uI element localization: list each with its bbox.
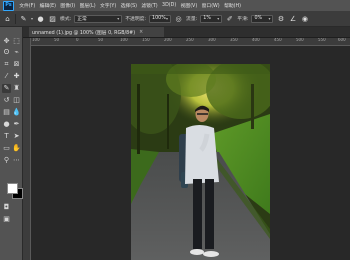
ruler-tick-label: 300 — [208, 38, 216, 42]
opacity-field[interactable]: 100% ▾ — [149, 14, 172, 23]
blur-tool-icon[interactable]: 💧 — [12, 108, 21, 117]
brush-panel-icon[interactable]: ▨ — [48, 14, 57, 23]
history-brush-icon[interactable]: ↺ — [2, 96, 11, 105]
crop-tool-icon[interactable]: ⌗ — [2, 60, 11, 69]
ruler-tick-label: 400 — [252, 38, 260, 42]
ruler-tick-label: 550 — [318, 38, 326, 42]
gear-icon[interactable]: ⚙ — [276, 14, 285, 23]
eraser-icon[interactable]: ◫ — [12, 96, 21, 105]
chevron-down-icon: ▾ — [217, 16, 220, 21]
flow-field[interactable]: 1% ▾ — [200, 14, 223, 23]
path-select-icon[interactable]: ➤ — [12, 132, 21, 141]
menu-filter[interactable]: 滤镜(T) — [139, 2, 160, 9]
chevron-down-icon[interactable]: ▾ — [31, 16, 33, 21]
menu-window[interactable]: 窗口(W) — [199, 2, 221, 9]
smoothing-value: 0% — [254, 16, 263, 21]
airbrush-icon[interactable]: ✐ — [225, 14, 234, 23]
quick-select-icon[interactable]: ⌁ — [12, 48, 21, 57]
close-icon[interactable]: × — [139, 30, 143, 35]
screen-mode-icon[interactable]: ▣ — [2, 215, 11, 224]
pen-tool-icon[interactable]: ✒ — [12, 120, 21, 129]
chevron-down-icon: ▾ — [166, 16, 169, 21]
clone-stamp-icon[interactable]: ♜ — [12, 84, 21, 93]
divider — [15, 13, 16, 24]
eyedropper-icon[interactable]: ⁄ — [2, 72, 11, 81]
opacity-label: 不透明度: — [125, 17, 147, 22]
document-tab[interactable]: unnamed (1).jpg @ 100% (图层 0, RGB/8#) × — [29, 27, 164, 37]
opacity-value: 100% — [152, 16, 166, 21]
foreground-color-swatch[interactable] — [7, 183, 18, 194]
menu-view[interactable]: 视图(V) — [178, 2, 199, 9]
smoothing-field[interactable]: 0% ▾ — [251, 14, 274, 23]
ruler-tick-label: 200 — [164, 38, 172, 42]
type-tool-icon[interactable]: T — [2, 132, 11, 141]
ruler-tick-label: 450 — [274, 38, 282, 42]
menu-type[interactable]: 文字(Y) — [98, 2, 119, 9]
mode-select[interactable]: 正常 ▾ — [74, 14, 123, 23]
ruler-tick-label: 50 — [54, 38, 60, 42]
frame-tool-icon[interactable]: ⊠ — [12, 60, 21, 69]
ruler-tick-label: 100 — [32, 38, 40, 42]
ruler-tick-label: 150 — [142, 38, 150, 42]
vertical-ruler[interactable] — [23, 38, 31, 260]
pressure-opacity-icon[interactable]: ◎ — [174, 14, 183, 23]
hand-tool-icon[interactable]: ✋ — [12, 144, 21, 153]
dodge-tool-icon[interactable]: ● — [2, 120, 11, 129]
menu-edit[interactable]: 编辑(E) — [37, 2, 58, 9]
document-image[interactable] — [131, 64, 270, 260]
smoothing-label: 平滑: — [237, 17, 249, 22]
mode-value: 正常 — [77, 17, 87, 22]
brush-tool-icon[interactable]: ✎ — [2, 84, 11, 93]
healing-brush-icon[interactable]: ✚ — [12, 72, 21, 81]
brush-preset-icon[interactable]: ✎ — [19, 14, 28, 23]
flow-value: 1% — [203, 16, 211, 21]
flow-label: 流量: — [186, 17, 198, 22]
lasso-tool-icon[interactable]: ʘ — [2, 48, 11, 57]
chevron-down-icon: ▾ — [268, 16, 271, 21]
ruler-tick-label: 250 — [186, 38, 194, 42]
document-tab-bar: unnamed (1).jpg @ 100% (图层 0, RGB/8#) × — [23, 27, 350, 38]
brush-size-icon[interactable]: ● — [36, 14, 45, 23]
angle-icon[interactable]: ∠ — [288, 14, 297, 23]
photoshop-logo[interactable]: Ps — [3, 0, 14, 11]
pressure-size-icon[interactable]: ◉ — [300, 14, 309, 23]
mode-label: 模式: — [60, 17, 72, 22]
menu-help[interactable]: 帮助(H) — [222, 2, 243, 9]
horizontal-ruler[interactable]: 100 50 0 50 100 150 200 250 300 350 400 … — [30, 38, 350, 46]
ruler-tick-label: 600 — [338, 38, 346, 42]
artboard-tool-icon[interactable]: ⬚ — [12, 37, 21, 46]
menu-3d[interactable]: 3D(D) — [160, 3, 179, 8]
menu-layer[interactable]: 图层(L) — [77, 2, 97, 9]
chevron-down-icon: ▾ — [117, 16, 120, 21]
more-tools-icon[interactable]: ⋯ — [12, 156, 21, 165]
menu-image[interactable]: 图像(I) — [58, 2, 77, 9]
gradient-icon[interactable]: ▤ — [2, 108, 11, 117]
ruler-tick-label: 500 — [296, 38, 304, 42]
ruler-tick-label: 100 — [120, 38, 128, 42]
home-icon[interactable]: ⌂ — [3, 14, 12, 23]
menu-bar: Ps 文件(F) 编辑(E) 图像(I) 图层(L) 文字(Y) 选择(S) 滤… — [0, 0, 350, 11]
menu-select[interactable]: 选择(S) — [118, 2, 139, 9]
ruler-tick-label: 0 — [76, 38, 79, 42]
ruler-tick-label: 350 — [230, 38, 238, 42]
move-tool-icon[interactable]: ✥ — [2, 37, 11, 46]
ruler-tick-label: 50 — [98, 38, 104, 42]
document-tab-title: unnamed (1).jpg @ 100% (图层 0, RGB/8#) — [32, 30, 136, 36]
tools-panel: ✥ ⬚ ʘ ⌁ ⌗ ⊠ ⁄ ✚ ✎ ♜ ↺ ◫ ▤ 💧 ● ✒ T ➤ ▭ ✋ … — [0, 27, 23, 260]
quick-mask-icon[interactable]: ◘ — [2, 203, 11, 212]
rectangle-tool-icon[interactable]: ▭ — [2, 144, 11, 153]
options-bar: ⌂ ✎ ▾ ● ▨ 模式: 正常 ▾ 不透明度: 100% ▾ ◎ 流量: 1%… — [0, 11, 350, 27]
zoom-tool-icon[interactable]: ⚲ — [2, 156, 11, 165]
menu-file[interactable]: 文件(F) — [17, 2, 37, 9]
